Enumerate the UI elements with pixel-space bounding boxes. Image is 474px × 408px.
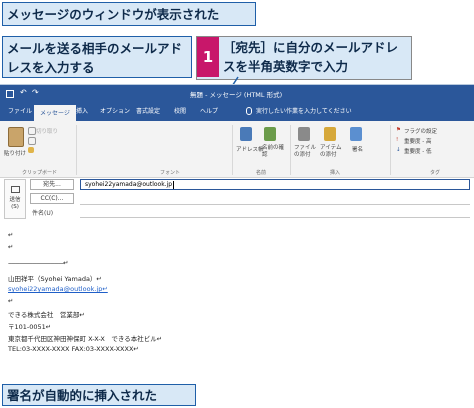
paste-icon[interactable] <box>8 127 24 147</box>
compose-header: 送信(S) 宛先... syohei22yamada@outlook.jp CC… <box>0 179 474 225</box>
message-body[interactable]: ↵ ↵ ------------------------------------… <box>0 227 474 385</box>
clipboard-group-label: クリップボード <box>22 170 58 176</box>
copy-icon[interactable] <box>28 137 36 145</box>
address-book-label[interactable]: アドレス帳 <box>236 145 264 153</box>
separator <box>290 125 291 175</box>
signature-phone: TEL:03-XXXX-XXXX FAX:03-XXXX-XXXX↵ <box>8 345 139 353</box>
subject-label: 件名(U) <box>32 210 54 217</box>
attach-item-icon[interactable] <box>324 127 336 141</box>
subject-input[interactable] <box>80 205 470 218</box>
body-line: ↵ <box>8 243 14 251</box>
signature-company: できる株式会社 営業部↵ <box>8 311 85 319</box>
check-names-icon[interactable] <box>264 127 276 141</box>
lightbulb-icon <box>246 107 252 115</box>
callout-signature-inserted: 署名が自動的に挿入された <box>2 384 196 406</box>
text-cursor <box>173 181 174 189</box>
address-book-icon[interactable] <box>240 127 252 141</box>
redo-icon[interactable]: ↷ <box>32 88 39 97</box>
cc-button[interactable]: CC(C)... <box>30 193 74 204</box>
separator <box>76 125 77 175</box>
to-button[interactable]: 宛先... <box>30 179 74 190</box>
tab-message[interactable]: メッセージ <box>34 105 76 121</box>
window-title: 無題 - メッセージ (HTML 形式) <box>190 91 283 99</box>
tags-group-label: タグ <box>430 170 441 176</box>
cut-label[interactable]: 切り取り <box>36 127 58 135</box>
signature-address: 東京都千代田区神田神保町 X-X-X できる本社ビル↵ <box>8 335 163 343</box>
send-label: 送信(S) <box>9 197 21 210</box>
signature-divider: ----------------------------------------… <box>8 259 69 267</box>
high-importance-icon[interactable]: ! <box>396 137 398 143</box>
ribbon-tabs: ファイル メッセージ 挿入 オプション 書式設定 校閲 ヘルプ 実行したい作業を… <box>0 103 474 121</box>
paste-label[interactable]: 貼り付け <box>4 149 26 157</box>
signature-email-link[interactable]: syohei22yamada@outlook.jp↵ <box>8 285 108 293</box>
save-icon[interactable] <box>6 90 14 98</box>
signature-name: 山田祥平（Syohei Yamada）↵ <box>8 275 102 283</box>
signature-postal: 〒101-0051↵ <box>8 323 52 331</box>
attach-file-icon[interactable] <box>298 127 310 141</box>
followup-label[interactable]: フラグの設定 <box>404 127 437 135</box>
include-group-label: 挿入 <box>330 170 341 176</box>
tab-file[interactable]: ファイル <box>8 106 32 115</box>
tab-insert[interactable]: 挿入 <box>76 106 88 115</box>
send-icon <box>11 186 20 193</box>
flag-icon[interactable]: ⚑ <box>396 127 401 133</box>
cc-input[interactable] <box>80 192 470 205</box>
body-line: ↵ <box>8 297 14 305</box>
cut-icon[interactable] <box>28 127 36 135</box>
undo-icon[interactable]: ↶ <box>20 88 27 97</box>
body-line: ↵ <box>8 231 14 239</box>
to-input-value: syohei22yamada@outlook.jp <box>85 181 173 188</box>
low-importance-icon[interactable]: ↓ <box>396 147 401 153</box>
attach-item-label[interactable]: アイテムの添付 <box>320 145 342 159</box>
send-button[interactable]: 送信(S) <box>4 179 26 219</box>
to-input[interactable]: syohei22yamada@outlook.jp <box>80 179 470 190</box>
font-group-label: フォント <box>160 170 181 176</box>
tab-options[interactable]: オプション <box>100 106 130 115</box>
check-names-label[interactable]: 名前の確認 <box>262 145 284 159</box>
callout-signature-inserted-text: 署名が自動的に挿入された <box>7 388 158 403</box>
title-bar: ↶ ↷ 無題 - メッセージ (HTML 形式) <box>0 85 474 103</box>
names-group-label: 名前 <box>256 170 267 176</box>
signature-icon[interactable] <box>350 127 362 141</box>
signature-label[interactable]: 署名 <box>352 145 363 153</box>
tab-review[interactable]: 校閲 <box>174 106 186 115</box>
attach-file-label[interactable]: ファイルの添付 <box>294 145 316 159</box>
tell-me-box[interactable]: 実行したい作業を入力してください <box>256 106 352 115</box>
tab-format[interactable]: 書式設定 <box>136 106 160 115</box>
tab-help[interactable]: ヘルプ <box>200 106 218 115</box>
separator <box>390 125 391 175</box>
separator <box>232 125 233 175</box>
high-importance-label[interactable]: 重要度 - 高 <box>404 137 431 145</box>
ribbon: 貼り付け 切り取り クリップボード フォント アドレス帳 名前の確認 名前 ファ… <box>0 121 474 178</box>
low-importance-label[interactable]: 重要度 - 低 <box>404 147 431 155</box>
format-painter-icon[interactable] <box>28 147 34 153</box>
message-window: ↶ ↷ 無題 - メッセージ (HTML 形式) ファイル メッセージ 挿入 オ… <box>0 84 474 385</box>
